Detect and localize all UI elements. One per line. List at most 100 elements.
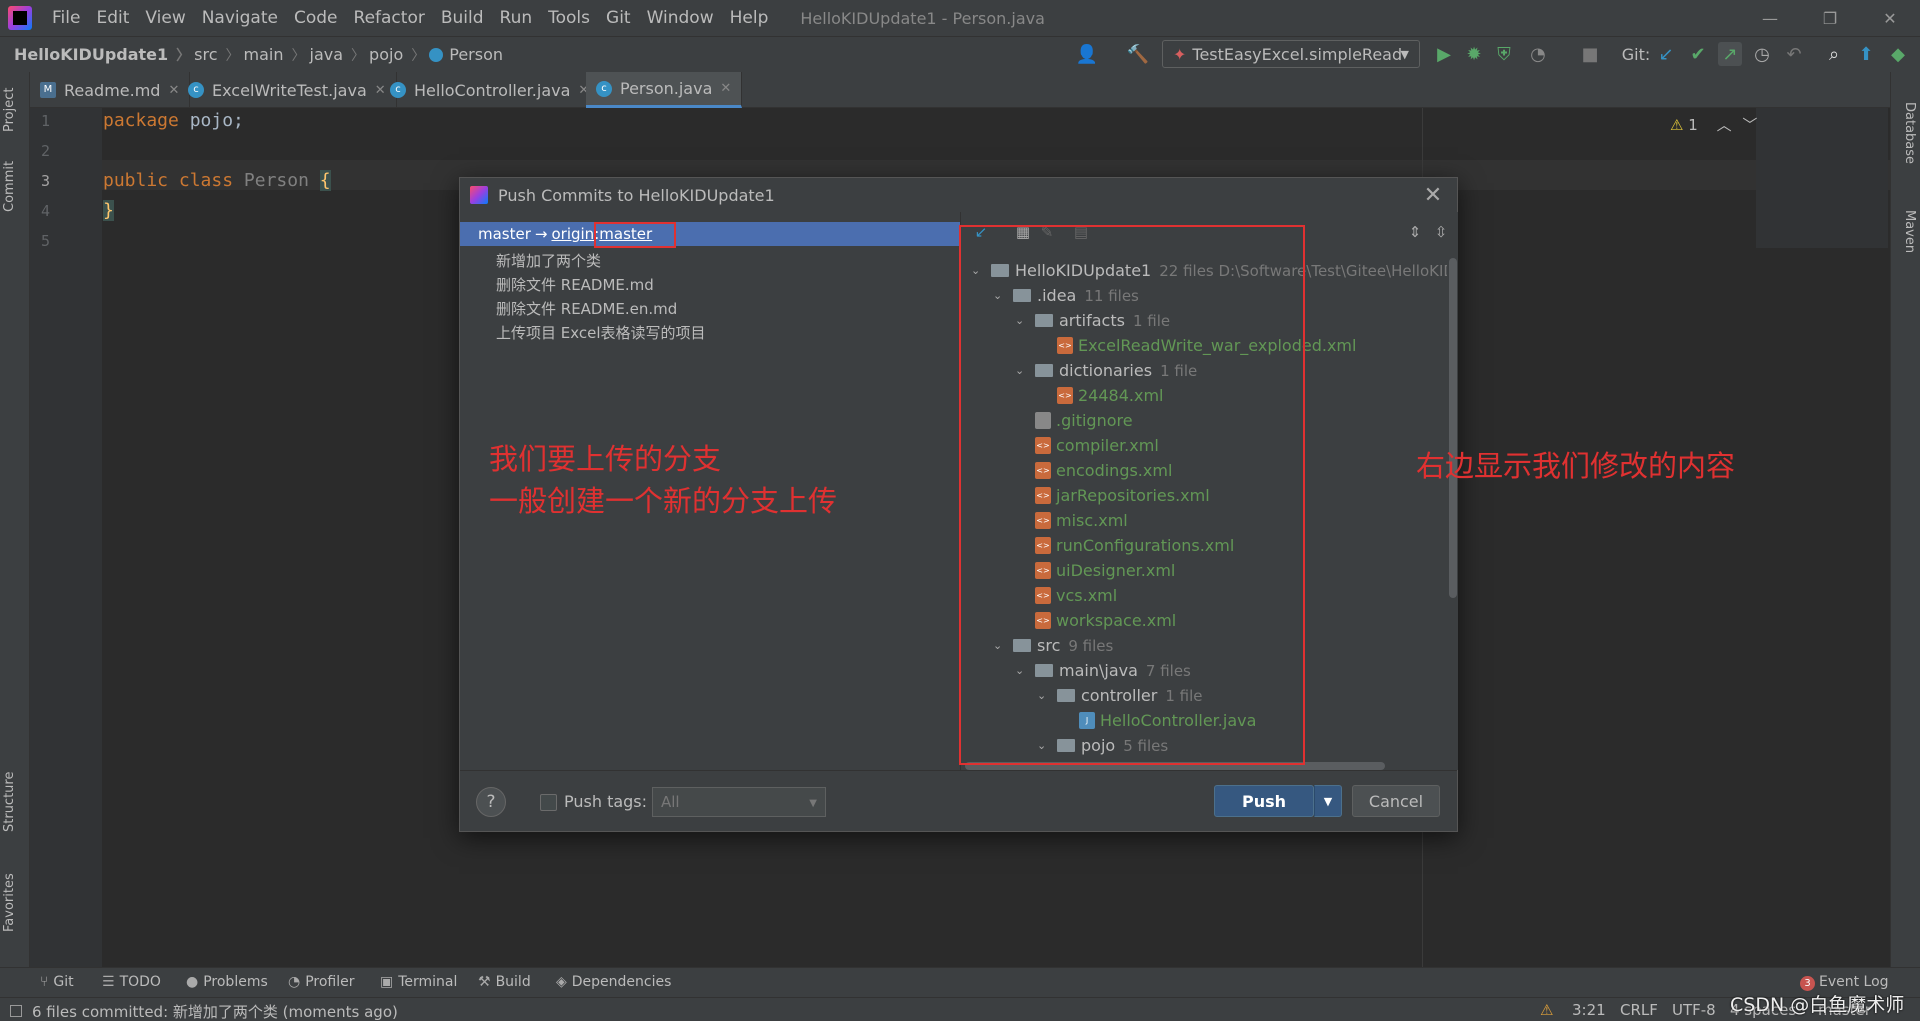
breadcrumb-person[interactable]: Person: [425, 45, 503, 64]
menu-navigate[interactable]: Navigate: [194, 8, 286, 28]
tool-event-log[interactable]: 3 Event Log: [1800, 974, 1889, 991]
run-icon[interactable]: ▶: [1432, 42, 1456, 66]
git-push-icon[interactable]: ↗: [1718, 42, 1742, 66]
help-button[interactable]: ?: [476, 787, 506, 817]
menu-code[interactable]: Code: [286, 8, 346, 28]
user-icon[interactable]: 👤: [1075, 42, 1099, 66]
tool-terminal[interactable]: ▣ Terminal: [380, 974, 457, 990]
tags-select-value: All: [661, 793, 680, 811]
lock-warning-icon[interactable]: ⚠: [1540, 1001, 1553, 1019]
inspection-widget[interactable]: ⚠ 1 ︿ ﹀: [1670, 114, 1757, 135]
tool-dependencies[interactable]: ◈ Dependencies: [556, 974, 671, 990]
caret-position[interactable]: 3:21: [1572, 1001, 1606, 1019]
menu-window[interactable]: Window: [639, 8, 722, 28]
restore-icon[interactable]: ❐: [1800, 0, 1860, 36]
breadcrumb-main[interactable]: main 〉: [240, 45, 306, 65]
git-label: Git:: [1621, 44, 1651, 64]
file-encoding[interactable]: UTF-8: [1672, 1001, 1716, 1019]
breadcrumb-project[interactable]: HelloKIDUpdate1 〉: [0, 45, 190, 65]
cancel-button[interactable]: Cancel: [1352, 785, 1440, 817]
tab-excelwritetest[interactable]: c ExcelWriteTest.java ✕: [178, 72, 397, 108]
close-window-icon[interactable]: ✕: [1860, 0, 1920, 36]
terminal-icon: ▣: [380, 974, 394, 990]
bottom-tool-bar: ⑂ Git ☰ TODO ● Problems ◔ Profiler ▣ Terminal…: [0, 967, 1920, 997]
commit-item[interactable]: 删除文件 README.md: [496, 274, 654, 295]
update-icon[interactable]: ⬆: [1854, 42, 1878, 66]
menu-bar: File Edit View Navigate Code Refactor Bu…: [0, 0, 1920, 36]
push-button[interactable]: Push: [1214, 785, 1314, 817]
local-branch: master: [478, 225, 531, 243]
annotation-changes: 右边显示我们修改的内容: [1416, 449, 1736, 483]
tool-structure[interactable]: Structure: [2, 772, 17, 832]
breadcrumb-src[interactable]: src 〉: [190, 45, 239, 65]
stack-icon: ◈: [556, 974, 567, 990]
menu-tools[interactable]: Tools: [540, 8, 598, 28]
tab-readme[interactable]: M Readme.md ✕: [30, 72, 191, 108]
menu-edit[interactable]: Edit: [88, 8, 137, 28]
line-number: 4: [40, 202, 50, 220]
branch-row[interactable]: master → origin : master: [460, 222, 960, 246]
close-icon[interactable]: ✕: [720, 81, 731, 96]
minimize-icon[interactable]: —: [1740, 0, 1800, 36]
profile-icon[interactable]: ◔: [1526, 42, 1550, 66]
tab-hellocontroller[interactable]: c HelloController.java ✕: [380, 72, 601, 108]
status-bar: 6 files committed: 新增加了两个类 (moments ago)…: [0, 997, 1920, 1021]
git-update-icon[interactable]: ↙: [1654, 42, 1678, 66]
search-icon[interactable]: ⌕: [1822, 42, 1846, 66]
intellij-logo-icon: [470, 186, 488, 204]
menu-file[interactable]: File: [44, 8, 88, 28]
chevron-up-icon[interactable]: ︿: [1717, 116, 1732, 134]
tool-favorites[interactable]: Favorites: [2, 873, 17, 932]
menu-help[interactable]: Help: [722, 8, 777, 28]
git-commit-icon[interactable]: ✔: [1686, 42, 1710, 66]
push-tags-checkbox[interactable]: [540, 794, 557, 811]
tool-database[interactable]: Database: [1902, 102, 1917, 164]
push-options-dropdown[interactable]: ▼: [1314, 785, 1342, 817]
commit-item[interactable]: 删除文件 README.en.md: [496, 298, 677, 319]
line-number: 3: [40, 172, 50, 190]
tool-project[interactable]: Project: [2, 88, 17, 132]
rollback-icon[interactable]: ↶: [1782, 42, 1806, 66]
annotation-files-box: [959, 225, 1305, 765]
profiler-icon: ◔: [288, 974, 301, 990]
tool-build[interactable]: ⚒ Build: [478, 974, 531, 990]
remote-name[interactable]: origin: [551, 225, 594, 243]
code-line-1: package pojo;: [103, 110, 244, 131]
tool-problems[interactable]: ● Problems: [186, 974, 268, 990]
menu-view[interactable]: View: [137, 8, 193, 28]
push-tags-label: Push tags:: [564, 792, 648, 811]
jetbrains-toolbox-icon[interactable]: ◆: [1886, 42, 1910, 66]
minimap[interactable]: [1756, 108, 1888, 248]
vertical-scrollbar[interactable]: [1449, 258, 1457, 598]
run-configuration-select[interactable]: ✦ TestEasyExcel.simpleRead ▼: [1162, 40, 1420, 68]
arrow-right-icon: →: [534, 225, 548, 243]
breadcrumb-java[interactable]: java 〉: [306, 45, 366, 65]
status-message[interactable]: 6 files committed: 新增加了两个类 (moments ago): [10, 1001, 398, 1021]
menu-git[interactable]: Git: [598, 8, 639, 28]
tab-person[interactable]: c Person.java ✕: [586, 72, 743, 108]
annotation-branch-1: 我们要上传的分支: [489, 442, 722, 476]
build-hammer-icon[interactable]: 🔨: [1126, 42, 1150, 66]
tool-profiler[interactable]: ◔ Profiler: [288, 974, 355, 990]
tool-commit[interactable]: Commit: [2, 161, 17, 212]
close-icon[interactable]: ✕: [1420, 182, 1446, 208]
breadcrumb-pojo[interactable]: pojo 〉: [365, 45, 425, 65]
intellij-logo-icon: [8, 6, 32, 30]
stop-icon[interactable]: ■: [1578, 42, 1602, 66]
editor-tab-bar: M Readme.md ✕ c ExcelWriteTest.java ✕ c …: [30, 72, 1890, 108]
history-icon[interactable]: ◷: [1750, 42, 1774, 66]
tool-git[interactable]: ⑂ Git: [40, 974, 74, 990]
tool-todo[interactable]: ☰ TODO: [102, 974, 161, 990]
tool-maven[interactable]: Maven: [1902, 210, 1917, 253]
chevron-down-icon[interactable]: ﹀: [1742, 116, 1757, 134]
menu-run[interactable]: Run: [492, 8, 541, 28]
commit-item[interactable]: 新增加了两个类: [496, 250, 601, 271]
tags-select[interactable]: All ▼: [652, 787, 826, 817]
menu-build[interactable]: Build: [433, 8, 492, 28]
line-separator[interactable]: CRLF: [1620, 1001, 1658, 1019]
debug-icon[interactable]: ✹: [1462, 42, 1486, 66]
menu-refactor[interactable]: Refactor: [346, 8, 433, 28]
commit-item[interactable]: 上传项目 Excel表格读写的项目: [496, 322, 706, 343]
coverage-icon[interactable]: ⛨: [1492, 42, 1516, 66]
warning-icon: ⚠: [1670, 116, 1684, 134]
